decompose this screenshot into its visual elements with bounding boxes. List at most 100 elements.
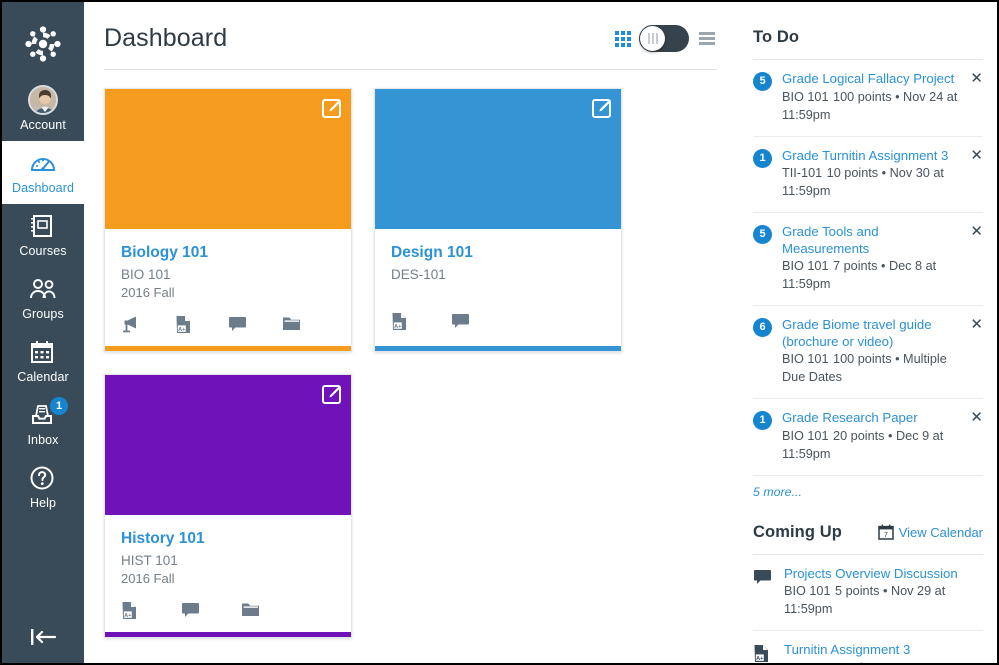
courses-book-icon: [29, 213, 57, 241]
course-card[interactable]: History 101 HIST 101 2016 Fall A+: [104, 374, 352, 638]
sidebar-item-courses[interactable]: Courses: [2, 204, 84, 267]
canvas-dashboard-window: Account Dashboard: [0, 0, 999, 665]
avatar: [28, 85, 58, 115]
coming-up-item-link[interactable]: Turnitin Assignment 3: [784, 642, 983, 659]
sidebar-item-label: Dashboard: [12, 181, 74, 196]
coming-up-header: Coming Up 7 View Calendar: [753, 523, 983, 555]
todo-item-course: BIO 101: [782, 352, 829, 366]
course-card-accent-bar: [105, 632, 351, 637]
list-view-icon[interactable]: [697, 30, 717, 47]
canvas-logo-icon[interactable]: [2, 12, 84, 76]
assignments-graded-page-icon: A+: [753, 644, 773, 663]
svg-text:A+: A+: [394, 324, 402, 330]
coming-up-list-item[interactable]: Projects Overview Discussion BIO 101 5 p…: [753, 555, 983, 632]
todo-item-body: Grade Research Paper BIO 101 20 points •…: [782, 410, 961, 463]
todo-list-item[interactable]: 1 Grade Research Paper BIO 101 20 points…: [753, 399, 983, 476]
sidebar-item-label: Calendar: [17, 370, 69, 385]
edit-pencil-icon[interactable]: [322, 385, 341, 404]
course-card-body: Design 101 DES-101: [375, 229, 621, 284]
close-x-icon[interactable]: ✕: [967, 224, 983, 239]
coming-up-title: Coming Up: [753, 523, 878, 542]
course-card-header: [375, 89, 621, 229]
todo-item-course: TII-101: [782, 166, 822, 180]
main-region: Dashboard: [84, 2, 997, 663]
page-header: Dashboard: [104, 24, 717, 70]
svg-text:A+: A+: [124, 613, 132, 619]
todo-item-link[interactable]: Grade Turnitin Assignment 3: [782, 148, 961, 165]
help-question-icon: [29, 465, 57, 493]
edit-pencil-icon[interactable]: [592, 99, 611, 118]
todo-item-link[interactable]: Grade Research Paper: [782, 410, 961, 427]
course-card[interactable]: Design 101 DES-101 A+: [374, 88, 622, 352]
course-card-code: DES-101: [391, 266, 605, 284]
sidebar-item-dashboard[interactable]: Dashboard: [2, 141, 84, 204]
course-card-title[interactable]: Design 101: [391, 243, 605, 262]
course-card-term: 2016 Fall: [121, 284, 335, 301]
discussions-bubble-icon[interactable]: [181, 601, 241, 620]
todo-item-course: BIO 101: [782, 90, 829, 104]
todo-item-body: Grade Biome travel guide (brochure or vi…: [782, 317, 961, 386]
dashboard-gauge-icon: [29, 150, 57, 178]
coming-up-item-link[interactable]: Projects Overview Discussion: [784, 566, 983, 583]
sidebar-item-label: Account: [20, 118, 66, 133]
assignments-graded-page-icon[interactable]: A+: [121, 601, 181, 620]
todo-item-body: Grade Tools and Measurements BIO 101 7 p…: [782, 224, 961, 293]
discussions-bubble-icon[interactable]: [228, 315, 282, 334]
coming-up-list-item[interactable]: A+ Turnitin Assignment 3 TII-101 10 poin…: [753, 631, 983, 665]
todo-count-badge: 5: [753, 72, 772, 91]
view-toggle-switch[interactable]: [639, 25, 689, 52]
course-card-header: [105, 375, 351, 515]
sidebar-item-help[interactable]: Help: [2, 456, 84, 519]
course-card-term: 2016 Fall: [121, 570, 335, 587]
course-card-grid: Biology 101 BIO 101 2016 Fall: [104, 70, 717, 638]
discussions-bubble-icon[interactable]: [451, 312, 511, 331]
todo-count-badge: 5: [753, 225, 772, 244]
collapse-left-arrow-icon[interactable]: [2, 611, 84, 663]
todo-header: To Do: [753, 28, 983, 60]
discussions-bubble-icon: [753, 568, 773, 585]
todo-more-link[interactable]: 5 more...: [753, 476, 802, 499]
announcements-megaphone-icon[interactable]: [121, 315, 175, 334]
todo-item-link[interactable]: Grade Logical Fallacy Project: [782, 71, 961, 88]
sidebar-item-calendar[interactable]: Calendar: [2, 330, 84, 393]
edit-pencil-icon[interactable]: [322, 99, 341, 118]
sidebar-item-inbox[interactable]: 1 Inbox: [2, 393, 84, 456]
view-calendar-button[interactable]: 7 View Calendar: [878, 524, 983, 540]
grid-view-icon[interactable]: [615, 31, 631, 47]
dashboard-content: Dashboard: [84, 2, 739, 663]
close-x-icon[interactable]: ✕: [967, 71, 983, 86]
todo-list-item[interactable]: 6 Grade Biome travel guide (brochure or …: [753, 306, 983, 399]
assignments-graded-page-icon[interactable]: A+: [391, 312, 451, 331]
toggle-knob: [640, 26, 665, 51]
todo-list-item[interactable]: 5 Grade Logical Fallacy Project BIO 101 …: [753, 60, 983, 137]
sidebar-item-groups[interactable]: Groups: [2, 267, 84, 330]
todo-list-item[interactable]: 5 Grade Tools and Measurements BIO 101 7…: [753, 213, 983, 306]
page-title: Dashboard: [104, 24, 615, 53]
files-folder-icon[interactable]: [241, 601, 301, 620]
assignments-graded-page-icon[interactable]: A+: [175, 315, 229, 334]
coming-up-item-body: Projects Overview Discussion BIO 101 5 p…: [784, 566, 983, 619]
todo-count-badge: 6: [753, 318, 772, 337]
sidebar-item-label: Groups: [22, 307, 64, 322]
course-card-accent-bar: [375, 346, 621, 351]
view-calendar-label: View Calendar: [899, 525, 983, 540]
todo-item-link[interactable]: Grade Tools and Measurements: [782, 224, 961, 257]
coming-up-item-course: TII-101: [784, 661, 824, 665]
todo-item-body: Grade Logical Fallacy Project BIO 101 10…: [782, 71, 961, 124]
coming-up-item-body: Turnitin Assignment 3 TII-101 10 points …: [784, 642, 983, 665]
close-x-icon[interactable]: ✕: [967, 410, 983, 425]
close-x-icon[interactable]: ✕: [967, 317, 983, 332]
todo-list-item[interactable]: 1 Grade Turnitin Assignment 3 TII-101 10…: [753, 137, 983, 214]
svg-text:A+: A+: [756, 656, 764, 662]
todo-item-link[interactable]: Grade Biome travel guide (brochure or vi…: [782, 317, 961, 350]
files-folder-icon[interactable]: [282, 315, 336, 334]
todo-item-course: BIO 101: [782, 429, 829, 443]
sidebar-item-account[interactable]: Account: [2, 76, 84, 141]
course-card-title[interactable]: Biology 101: [121, 243, 335, 262]
todo-count-badge: 1: [753, 411, 772, 430]
course-card-body: History 101 HIST 101 2016 Fall: [105, 515, 351, 587]
todo-title: To Do: [753, 28, 983, 47]
close-x-icon[interactable]: ✕: [967, 148, 983, 163]
course-card[interactable]: Biology 101 BIO 101 2016 Fall: [104, 88, 352, 352]
course-card-title[interactable]: History 101: [121, 529, 335, 548]
